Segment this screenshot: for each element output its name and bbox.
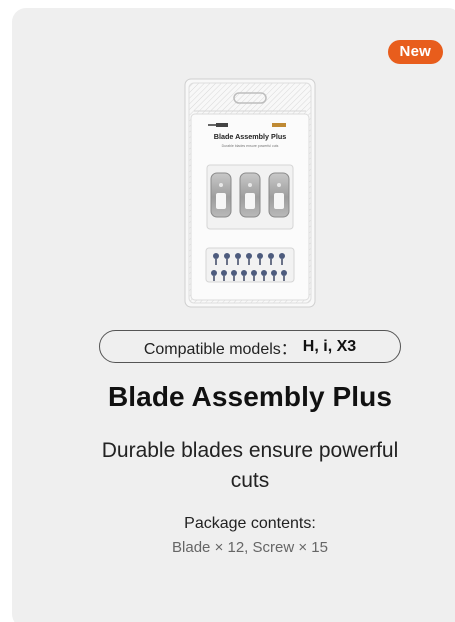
compatible-models-label: Compatible models： (143, 340, 297, 358)
package-contents-label: Package contents: (184, 515, 316, 532)
product-subtitle: Durable blades ensure powerful cuts (101, 439, 399, 492)
new-badge: New (387, 40, 443, 64)
product-image: Blade Assembly Plus Durable blades ensur… (184, 75, 324, 311)
product-title: Blade Assembly Plus (107, 381, 393, 412)
product-card[interactable]: New Blade Assembly Plus Durable blades e… (12, 8, 455, 622)
compatible-models-pill: Compatible models： H, i, X3 (99, 330, 401, 363)
svg-text:Blade Assembly Plus: Blade Assembly Plus (214, 132, 286, 141)
blade-package-icon: Blade Assembly Plus Durable blades ensur… (184, 78, 316, 308)
svg-text:Durable blades ensure powerful: Durable blades ensure powerful cuts (222, 144, 279, 148)
package-contents-value: Blade × 12, Screw × 15 (172, 539, 328, 556)
compatible-models-value: H, i, X3 (302, 337, 357, 355)
